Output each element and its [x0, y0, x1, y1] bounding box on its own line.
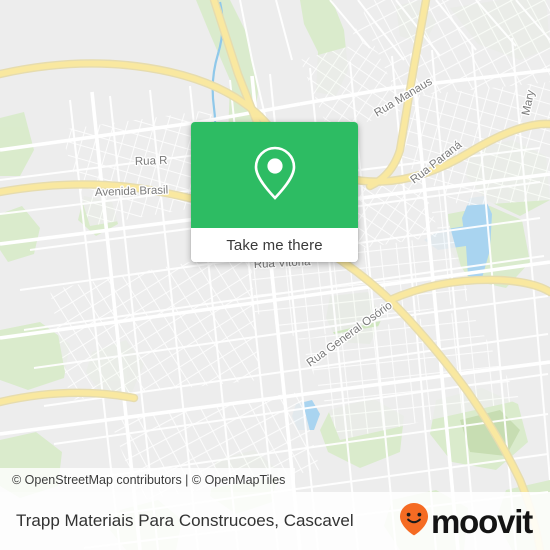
- place-title: Trapp Materiais Para Construcoes, Cascav…: [16, 511, 354, 530]
- map-pin-icon: [253, 145, 297, 206]
- take-me-there-label: Take me there: [226, 236, 323, 254]
- moovit-pin-icon: [399, 502, 429, 541]
- moovit-map-screen: Avenida Brasil Rua R Rua Manaus Rua Para…: [0, 0, 550, 550]
- moovit-logo[interactable]: moovit: [399, 502, 533, 541]
- street-label-rua-r: Rua R: [135, 155, 168, 168]
- card-icon-area: [191, 122, 358, 228]
- moovit-wordmark: moovit: [431, 502, 533, 540]
- attribution-text: © OpenStreetMap contributors | © OpenMap…: [12, 473, 286, 487]
- take-me-there-button[interactable]: Take me there: [191, 228, 358, 262]
- street-label-avenida-brasil: Avenida Brasil: [95, 184, 169, 199]
- location-popup-card[interactable]: Take me there: [191, 122, 358, 262]
- footer-bar: Trapp Materiais Para Construcoes, Cascav…: [0, 492, 550, 550]
- map-attribution[interactable]: © OpenStreetMap contributors | © OpenMap…: [0, 468, 296, 492]
